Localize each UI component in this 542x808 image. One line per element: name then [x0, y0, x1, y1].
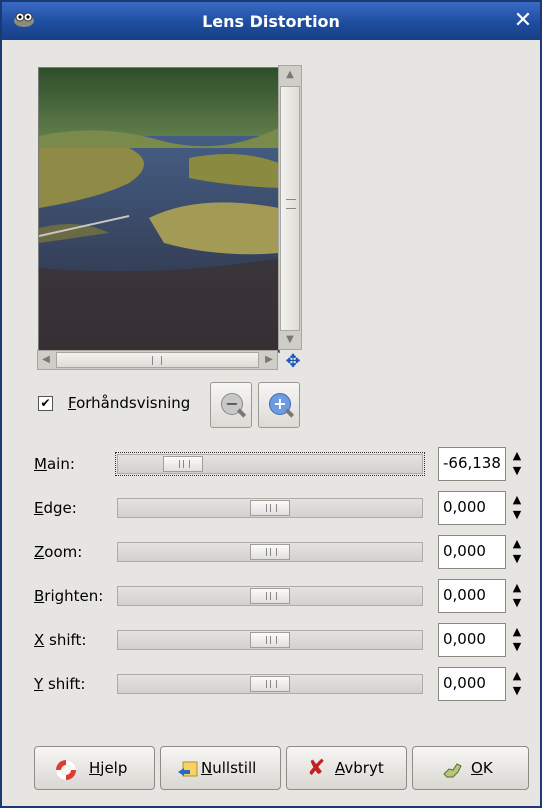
help-button[interactable]: Hjelp: [34, 746, 155, 790]
main-label: Main:: [34, 455, 75, 473]
spin-up-icon[interactable]: ▲: [510, 494, 524, 506]
preview-label[interactable]: Forhåndsvisning: [68, 394, 190, 412]
ok-hand-icon: [441, 758, 463, 780]
cancel-x-icon: ✘: [307, 756, 326, 781]
edge-label: Edge:: [34, 499, 77, 517]
cancel-label: Avbryt: [335, 759, 384, 777]
zoom-in-button[interactable]: +: [258, 382, 300, 428]
spin-up-icon[interactable]: ▲: [510, 450, 524, 462]
xshift-spin-arrows[interactable]: ▲ ▼: [510, 625, 524, 655]
xshift-label: X shift:: [34, 631, 87, 649]
reset-button[interactable]: Nullstill: [160, 746, 281, 790]
brighten-spin-arrows[interactable]: ▲ ▼: [510, 581, 524, 611]
lifebuoy-icon: [54, 758, 76, 780]
main-slider[interactable]: [115, 452, 425, 476]
scroll-right-arrow-icon[interactable]: ▶: [261, 352, 277, 368]
zoom-slider-handle[interactable]: [250, 544, 290, 560]
navigate-move-icon[interactable]: ✥: [283, 352, 303, 372]
spin-up-icon[interactable]: ▲: [510, 538, 524, 550]
cancel-button[interactable]: ✘ Avbryt: [286, 746, 407, 790]
spin-down-icon[interactable]: ▼: [510, 509, 524, 521]
reset-label: Nullstill: [201, 759, 257, 777]
spin-down-icon[interactable]: ▼: [510, 553, 524, 565]
close-icon[interactable]: ✕: [510, 8, 536, 34]
brighten-slider-handle[interactable]: [250, 588, 290, 604]
spin-up-icon[interactable]: ▲: [510, 670, 524, 682]
preview-vertical-scrollbar[interactable]: ▲ ▼: [278, 65, 302, 350]
yshift-spin-arrows[interactable]: ▲ ▼: [510, 669, 524, 699]
main-spin-arrows[interactable]: ▲ ▼: [510, 449, 524, 479]
preview-horizontal-scrollbar[interactable]: ◀ ▶: [37, 350, 278, 370]
help-label: Hjelp: [89, 759, 128, 777]
brighten-label: Brighten:: [34, 587, 104, 605]
brighten-slider[interactable]: [117, 586, 423, 606]
zoom-out-button[interactable]: −: [210, 382, 252, 428]
ok-button[interactable]: OK: [412, 746, 529, 790]
xshift-value-field[interactable]: 0,000: [438, 623, 506, 657]
vertical-scroll-thumb[interactable]: [280, 86, 300, 331]
preview-area: [36, 65, 306, 370]
ok-label: OK: [471, 759, 493, 777]
main-slider-handle[interactable]: [163, 456, 203, 472]
yshift-slider[interactable]: [117, 674, 423, 694]
spin-down-icon[interactable]: ▼: [510, 685, 524, 697]
xshift-slider-handle[interactable]: [250, 632, 290, 648]
titlebar[interactable]: Lens Distortion ✕: [2, 2, 540, 40]
horizontal-scroll-thumb[interactable]: [56, 352, 259, 368]
lens-distortion-dialog: Lens Distortion ✕ ▲ ▼ ◀ ▶ ✥ ✔ Forhåndsvi…: [0, 0, 542, 808]
scroll-up-arrow-icon[interactable]: ▲: [282, 66, 298, 84]
edge-spin-arrows[interactable]: ▲ ▼: [510, 493, 524, 523]
spin-down-icon[interactable]: ▼: [510, 641, 524, 653]
zoom-slider[interactable]: [117, 542, 423, 562]
brighten-value-field[interactable]: 0,000: [438, 579, 506, 613]
yshift-slider-handle[interactable]: [250, 676, 290, 692]
spin-up-icon[interactable]: ▲: [510, 582, 524, 594]
zoom-value-field[interactable]: 0,000: [438, 535, 506, 569]
yshift-value-field[interactable]: 0,000: [438, 667, 506, 701]
zoom-spin-arrows[interactable]: ▲ ▼: [510, 537, 524, 567]
yshift-label: Y shift:: [34, 675, 86, 693]
spin-down-icon[interactable]: ▼: [510, 465, 524, 477]
zoom-label: Zoom:: [34, 543, 83, 561]
scroll-down-arrow-icon[interactable]: ▼: [282, 331, 298, 349]
spin-up-icon[interactable]: ▲: [510, 626, 524, 638]
reset-icon: [176, 758, 198, 780]
xshift-slider[interactable]: [117, 630, 423, 650]
spin-down-icon[interactable]: ▼: [510, 597, 524, 609]
window-title: Lens Distortion: [202, 12, 340, 31]
edge-slider[interactable]: [117, 498, 423, 518]
edge-slider-handle[interactable]: [250, 500, 290, 516]
preview-image[interactable]: [38, 67, 280, 353]
scroll-left-arrow-icon[interactable]: ◀: [38, 352, 54, 368]
main-value-field[interactable]: -66,138: [438, 447, 506, 481]
preview-checkbox[interactable]: ✔: [38, 396, 53, 411]
edge-value-field[interactable]: 0,000: [438, 491, 506, 525]
